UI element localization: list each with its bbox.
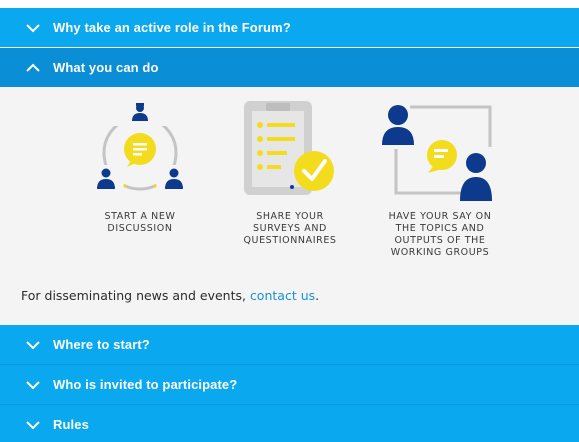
feature-caption: START A NEW DISCUSSION — [104, 211, 176, 234]
feature-caption: HAVE YOUR SAY ON THE TOPICS AND OUTPUTS … — [388, 211, 492, 258]
feature-caption: SHARE YOUR SURVEYS AND QUESTIONNAIRES — [243, 211, 337, 246]
chevron-up-icon — [24, 62, 42, 74]
chevron-down-icon — [24, 419, 42, 431]
survey-checklist-icon — [244, 101, 334, 195]
section-header-label: Rules — [53, 417, 89, 432]
chevron-down-icon — [24, 22, 42, 34]
contact-us-link[interactable]: contact us — [250, 288, 315, 303]
section-header-why-active-role[interactable]: Why take an active role in the Forum? — [0, 8, 579, 47]
section-header-what-you-can-do[interactable]: What you can do — [0, 48, 579, 87]
chevron-down-icon — [24, 379, 42, 391]
footnote-end: . — [315, 288, 320, 303]
section-panel-what-you-can-do: START A NEW DISCUSSION SHARE YOUR SURVEY… — [0, 87, 579, 325]
section-header-label: Where to start? — [53, 337, 150, 352]
section-header-label: Who is invited to participate? — [53, 377, 238, 392]
section-header-who-is-invited[interactable]: Who is invited to participate? — [0, 365, 579, 404]
footnote-lead: For disseminating news and events, — [21, 288, 250, 303]
section-header-rules[interactable]: Rules — [0, 405, 579, 442]
feature-start-discussion: START A NEW DISCUSSION — [80, 99, 200, 235]
section-header-label: What you can do — [53, 60, 159, 75]
feature-have-your-say: HAVE YOUR SAY ON THE TOPICS AND OUTPUTS … — [370, 99, 510, 259]
section-header-where-to-start[interactable]: Where to start? — [0, 325, 579, 364]
faq-accordion: Why take an active role in the Forum? Wh… — [0, 0, 579, 442]
people-conversation-icon — [382, 105, 492, 201]
footnote-text: For disseminating news and events, conta… — [21, 288, 319, 303]
feature-share-surveys: SHARE YOUR SURVEYS AND QUESTIONNAIRES — [230, 99, 350, 247]
discussion-icon — [90, 100, 190, 199]
chevron-down-icon — [24, 339, 42, 351]
section-header-label: Why take an active role in the Forum? — [53, 20, 291, 35]
